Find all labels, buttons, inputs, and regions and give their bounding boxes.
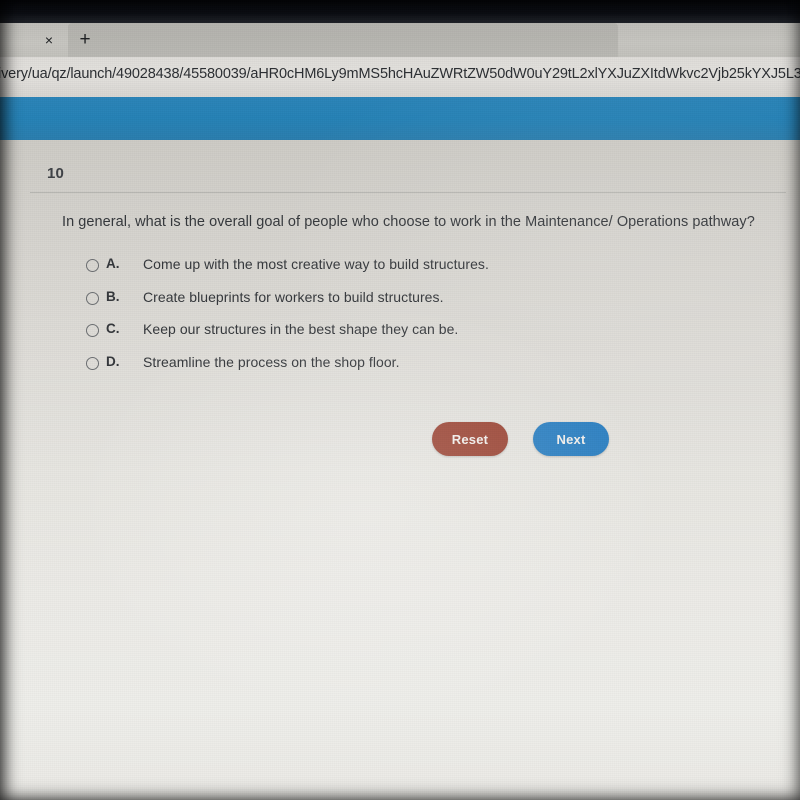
- answer-choice-letter: A.: [106, 256, 120, 271]
- reset-button[interactable]: Reset: [432, 422, 508, 456]
- answer-choice-letter: C.: [106, 321, 120, 336]
- new-tab-icon[interactable]: +: [70, 23, 100, 57]
- radio-button-icon[interactable]: [86, 259, 99, 272]
- app-header-bar: [0, 97, 800, 140]
- browser-tab-strip: × +: [0, 23, 800, 57]
- question-text: In general, what is the overall goal of …: [62, 214, 755, 230]
- question-number: 10: [47, 165, 65, 182]
- screenshot-root: × + ivery/ua/qz/launch/49028438/45580039…: [0, 0, 800, 800]
- answer-choice-text: Keep our structures in the best shape th…: [143, 321, 459, 337]
- question-divider: [30, 192, 786, 193]
- next-button[interactable]: Next: [533, 422, 609, 456]
- monitor-bezel-top: [0, 0, 800, 23]
- answer-choice-letter: D.: [106, 353, 120, 369]
- answer-choice-text: Create blueprints for workers to build s…: [143, 288, 444, 305]
- answer-choice-a[interactable]: A. Come up with the most creative way to…: [86, 256, 726, 289]
- answer-choice-letter: B.: [106, 288, 120, 304]
- answer-choice-list: A. Come up with the most creative way to…: [86, 256, 726, 386]
- answer-choice-text: Come up with the most creative way to bu…: [143, 256, 489, 272]
- radio-button-icon[interactable]: [86, 324, 99, 337]
- browser-tab-active[interactable]: [68, 23, 618, 57]
- quiz-panel: [0, 140, 800, 800]
- url-text[interactable]: ivery/ua/qz/launch/49028438/45580039/aHR…: [0, 66, 800, 82]
- address-bar[interactable]: ivery/ua/qz/launch/49028438/45580039/aHR…: [0, 57, 800, 97]
- radio-button-icon[interactable]: [86, 356, 99, 370]
- quiz-action-buttons: Reset Next: [432, 422, 609, 456]
- answer-choice-text: Streamline the process on the shop floor…: [143, 353, 400, 370]
- answer-choice-d[interactable]: D. Streamline the process on the shop fl…: [86, 354, 726, 387]
- answer-choice-c[interactable]: C. Keep our structures in the best shape…: [86, 321, 726, 354]
- close-icon[interactable]: ×: [34, 23, 64, 57]
- answer-choice-b[interactable]: B. Create blueprints for workers to buil…: [86, 289, 726, 322]
- radio-button-icon[interactable]: [86, 291, 99, 305]
